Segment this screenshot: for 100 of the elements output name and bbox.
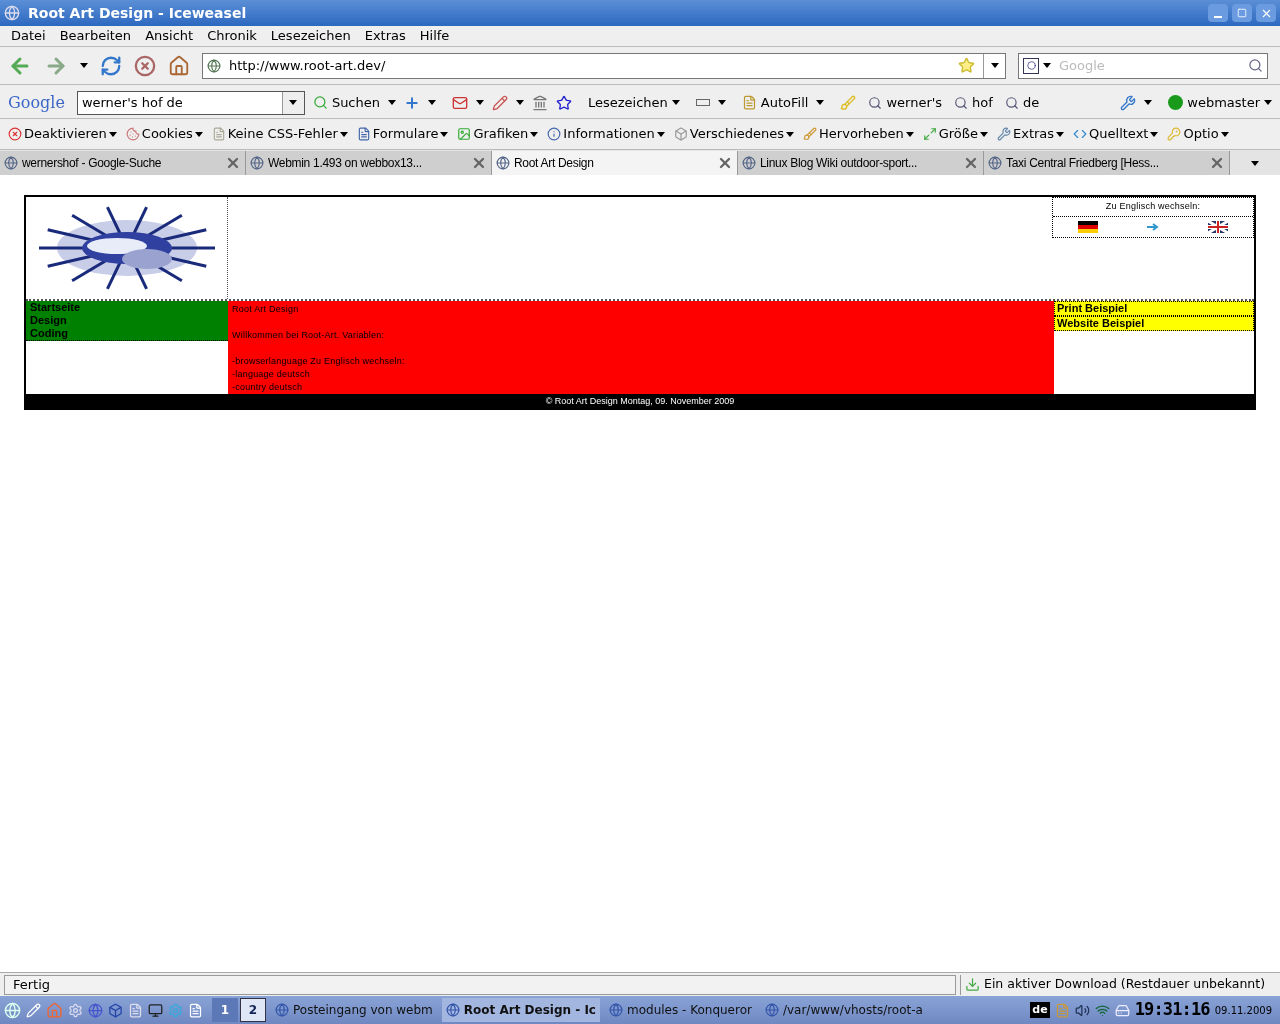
- example-link[interactable]: Website Beispiel: [1054, 316, 1254, 331]
- autofill-button[interactable]: AutoFill: [741, 92, 809, 113]
- desktop-button[interactable]: 1: [212, 998, 238, 1022]
- url-field[interactable]: http://www.root-art.dev/: [202, 52, 1006, 79]
- close-button[interactable]: [1256, 4, 1276, 22]
- toolbar-menu-button[interactable]: Verschiedenes: [673, 124, 795, 144]
- menu-item[interactable]: Bearbeiten: [52, 26, 139, 46]
- home-icon[interactable]: [168, 54, 190, 77]
- caret-icon: [440, 131, 449, 137]
- mail-icon[interactable]: [452, 94, 468, 111]
- taskbar-task[interactable]: /var/www/vhosts/root-a: [760, 998, 927, 1022]
- caret-icon: [816, 100, 825, 105]
- globe-icon: [988, 156, 1002, 170]
- search-term-button[interactable]: hof: [954, 92, 993, 113]
- field-icon[interactable]: [695, 99, 710, 106]
- german-flag-icon[interactable]: [1077, 220, 1098, 233]
- caret-icon: [1056, 131, 1065, 137]
- caret-icon: [388, 100, 396, 105]
- caret-icon: [1251, 160, 1259, 166]
- taskbar-task[interactable]: modules - Konqueror: [605, 998, 756, 1022]
- image-icon: [457, 127, 472, 141]
- search-field[interactable]: Google: [1059, 55, 1248, 76]
- browser-tab[interactable]: Taxi Central Friedberg [Hess...: [984, 151, 1230, 175]
- toolbar-menu-button[interactable]: Formulare: [356, 124, 449, 144]
- minimize-button[interactable]: [1208, 4, 1228, 22]
- nav-link[interactable]: Coding: [30, 327, 224, 340]
- terminal-icon[interactable]: [148, 1002, 163, 1018]
- close-tab-icon[interactable]: [225, 155, 241, 171]
- star-icon[interactable]: [958, 57, 975, 74]
- menu-item[interactable]: Chronik: [200, 26, 264, 46]
- page-icon: [207, 58, 221, 73]
- menu-item[interactable]: Extras: [357, 26, 413, 46]
- volume-icon[interactable]: [1074, 1002, 1090, 1018]
- network-icon[interactable]: [1094, 1002, 1110, 1018]
- caret-icon: [656, 131, 665, 137]
- kde-menu-icon[interactable]: [4, 1001, 21, 1019]
- window-icon: [609, 1003, 623, 1017]
- bank-icon[interactable]: [532, 94, 548, 111]
- close-tab-icon[interactable]: [963, 155, 979, 171]
- search-button[interactable]: Suchen: [312, 92, 380, 113]
- toolbar-menu-button[interactable]: Deaktivieren: [8, 124, 117, 144]
- keyboard-layout[interactable]: de: [1030, 1001, 1050, 1019]
- toolbar-search-field[interactable]: werner's hof de: [76, 90, 305, 115]
- stop-icon[interactable]: [134, 54, 156, 77]
- example-link[interactable]: Print Beispiel: [1054, 301, 1254, 316]
- browser-tab[interactable]: Webmin 1.493 on webbox13...: [246, 151, 492, 175]
- date: 09.11.2009: [1214, 1003, 1272, 1018]
- caret-icon: [671, 100, 680, 105]
- toolbar-menu-button[interactable]: Keine CSS-Fehler: [211, 124, 348, 144]
- close-tab-icon[interactable]: [717, 155, 733, 171]
- close-tab-icon[interactable]: [1209, 155, 1225, 171]
- browser-tab[interactable]: Linux Blog Wiki outdoor-sport...: [738, 151, 984, 175]
- toolbar-menu-button[interactable]: Quelltext: [1073, 124, 1159, 144]
- caret-icon: [1043, 63, 1051, 68]
- account-button[interactable]: webmaster: [1168, 92, 1272, 113]
- search-icon: [954, 95, 969, 110]
- wrench-icon: [997, 127, 1011, 141]
- search-icon: [1004, 95, 1019, 110]
- toolbar-menu-button[interactable]: Größe: [922, 124, 988, 144]
- page-footer: © Root Art Design Montag, 09. November 2009: [26, 394, 1254, 408]
- document-icon: [211, 127, 226, 141]
- menu-item[interactable]: Hilfe: [412, 26, 457, 46]
- search-term-button[interactable]: werner's: [868, 92, 943, 113]
- search-box[interactable]: Google: [1018, 52, 1268, 79]
- caret-icon: [530, 131, 539, 137]
- desktop-button[interactable]: 2: [240, 998, 266, 1022]
- engine-icon[interactable]: [1023, 57, 1039, 74]
- tray-icon[interactable]: [1114, 1002, 1130, 1018]
- menu-item[interactable]: Lesezeichen: [263, 26, 358, 46]
- taskbar-task[interactable]: Root Art Design - Ic: [441, 998, 600, 1022]
- plus-icon[interactable]: [404, 94, 420, 111]
- nav-link[interactable]: Design: [30, 314, 224, 327]
- toolbar-menu-button[interactable]: Grafiken: [457, 124, 539, 144]
- british-flag-icon[interactable]: [1208, 220, 1229, 233]
- toolbar-menu-button[interactable]: Extras: [997, 124, 1065, 144]
- close-tab-icon[interactable]: [471, 155, 487, 171]
- toolbar-menu-button[interactable]: Hervorheben: [803, 124, 914, 144]
- browser-tab[interactable]: wernershof - Google-Suche: [0, 151, 246, 175]
- window-title: Root Art Design - Iceweasel: [28, 3, 247, 23]
- wrench-icon[interactable]: [1120, 94, 1137, 111]
- launcher-icon[interactable]: [108, 1002, 123, 1018]
- menu-item[interactable]: Datei: [4, 26, 53, 46]
- menu-item[interactable]: Ansicht: [138, 26, 201, 46]
- toolbar-menu-button[interactable]: Cookies: [125, 124, 203, 144]
- url-text: http://www.root-art.dev/: [229, 56, 387, 75]
- nav-link[interactable]: Startseite: [30, 301, 224, 314]
- reload-icon[interactable]: [100, 54, 122, 77]
- bookmarks-button[interactable]: Lesezeichen: [588, 92, 680, 113]
- download-status[interactable]: Ein aktiver Download (Restdauer unbekannt): [960, 974, 1280, 995]
- pencil-icon[interactable]: [492, 94, 508, 111]
- browser-tab[interactable]: Root Art Design: [492, 151, 738, 175]
- query-dropdown[interactable]: [281, 91, 304, 114]
- launcher-icon[interactable]: [88, 1002, 103, 1018]
- taskbar-task[interactable]: Posteingang von webm: [271, 998, 437, 1022]
- star-icon[interactable]: [556, 94, 572, 111]
- search-icon[interactable]: [1248, 58, 1263, 73]
- maximize-button[interactable]: [1232, 4, 1252, 22]
- search-term-button[interactable]: de: [1004, 92, 1040, 113]
- toolbar-menu-button[interactable]: Informationen: [547, 124, 665, 144]
- toolbar-menu-button[interactable]: Optio: [1167, 124, 1229, 144]
